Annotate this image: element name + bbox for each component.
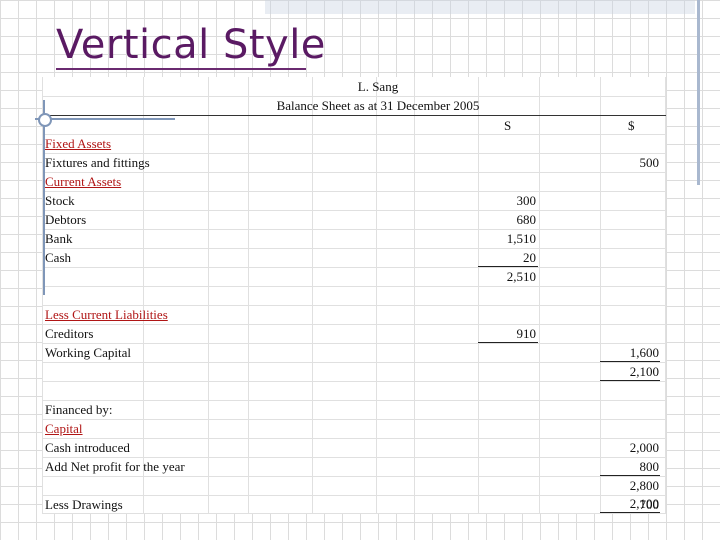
subtotal-rule xyxy=(478,266,538,267)
row-label: Cash xyxy=(45,250,71,265)
row-label: Stock xyxy=(45,193,75,208)
table-row: Cash 20 xyxy=(42,248,666,268)
row-label: Less Drawings xyxy=(45,497,123,512)
row-label: Debtors xyxy=(45,212,87,227)
table-row: 2,100 xyxy=(42,362,666,382)
row-label: Working Capital xyxy=(45,345,131,360)
row-value: 2,000 xyxy=(629,440,659,455)
row-value: 1,510 xyxy=(506,231,536,246)
table-row: Cash introduced 2,000 xyxy=(42,438,666,458)
bullet-decoration-line xyxy=(35,118,175,120)
row-label: Creditors xyxy=(45,326,94,341)
table-row: Stock 300 xyxy=(42,191,666,211)
table-row: Capital xyxy=(42,419,666,439)
table-row: Balance Sheet as at 31 December 2005 xyxy=(42,96,666,116)
table-row: 2,510 xyxy=(42,267,666,287)
capital-subtotal: 2,800 xyxy=(629,478,659,493)
right-decoration-line xyxy=(697,0,700,185)
row-label: Add Net profit for the year xyxy=(45,459,185,474)
row-value: 1,600 xyxy=(629,345,659,360)
company-name: L. Sang xyxy=(357,79,399,94)
table-row: 2,800 xyxy=(42,476,666,496)
top-decoration-band xyxy=(265,0,695,14)
title-underline xyxy=(56,68,306,70)
table-row: Financed by: xyxy=(42,400,666,420)
table-row: Less Drawings 700 xyxy=(42,495,666,514)
current-assets-total: 2,510 xyxy=(506,269,536,284)
table-row: Current Assets xyxy=(42,172,666,192)
slide-title: Vertical Style xyxy=(56,22,326,68)
row-label: Cash introduced xyxy=(45,440,130,455)
section-financed-by: Financed by: xyxy=(45,402,113,417)
table-row: Bank 1,510 xyxy=(42,229,666,249)
section-capital: Capital xyxy=(45,421,83,436)
table-row xyxy=(42,286,666,306)
row-value: 500 xyxy=(639,155,660,170)
section-fixed-assets: Fixed Assets xyxy=(45,136,112,151)
table-row: Working Capital 1,600 xyxy=(42,343,666,363)
row-value: 910 xyxy=(516,326,537,341)
table-row: L. Sang xyxy=(42,77,666,97)
section-less-current-liabilities: Less Current Liabilities xyxy=(45,307,168,322)
table-row: Fixtures and fittings 500 xyxy=(42,153,666,173)
row-value: 680 xyxy=(516,212,537,227)
table-row: Creditors 910 xyxy=(42,324,666,344)
statement-title: Balance Sheet as at 31 December 2005 xyxy=(276,98,480,113)
row-label: Bank xyxy=(45,231,73,246)
total-rule xyxy=(600,512,660,513)
table-row: Add Net profit for the year 800 xyxy=(42,457,666,477)
row-value: 20 xyxy=(523,250,536,265)
subtotal-rule xyxy=(478,342,538,343)
column-header-s: S xyxy=(504,118,512,133)
final-total: 2,100 xyxy=(629,496,659,511)
subtotal-rule xyxy=(600,475,660,476)
bullet-decoration-vertical xyxy=(43,100,45,295)
table-row: Fixed Assets xyxy=(42,134,666,154)
table-row: Debtors 680 xyxy=(42,210,666,230)
subtotal-rule xyxy=(600,361,660,362)
balance-sheet-table: L. Sang Balance Sheet as at 31 December … xyxy=(42,77,666,514)
row-label: Fixtures and fittings xyxy=(45,155,150,170)
table-row xyxy=(42,381,666,401)
column-header-dollar: $ xyxy=(628,118,635,133)
bullet-circle-icon xyxy=(38,113,52,127)
net-assets-total: 2,100 xyxy=(629,364,659,379)
row-value: 300 xyxy=(516,193,537,208)
section-current-assets: Current Assets xyxy=(45,174,122,189)
row-value: 800 xyxy=(639,459,660,474)
table-row: Less Current Liabilities xyxy=(42,305,666,325)
total-rule xyxy=(600,380,660,381)
